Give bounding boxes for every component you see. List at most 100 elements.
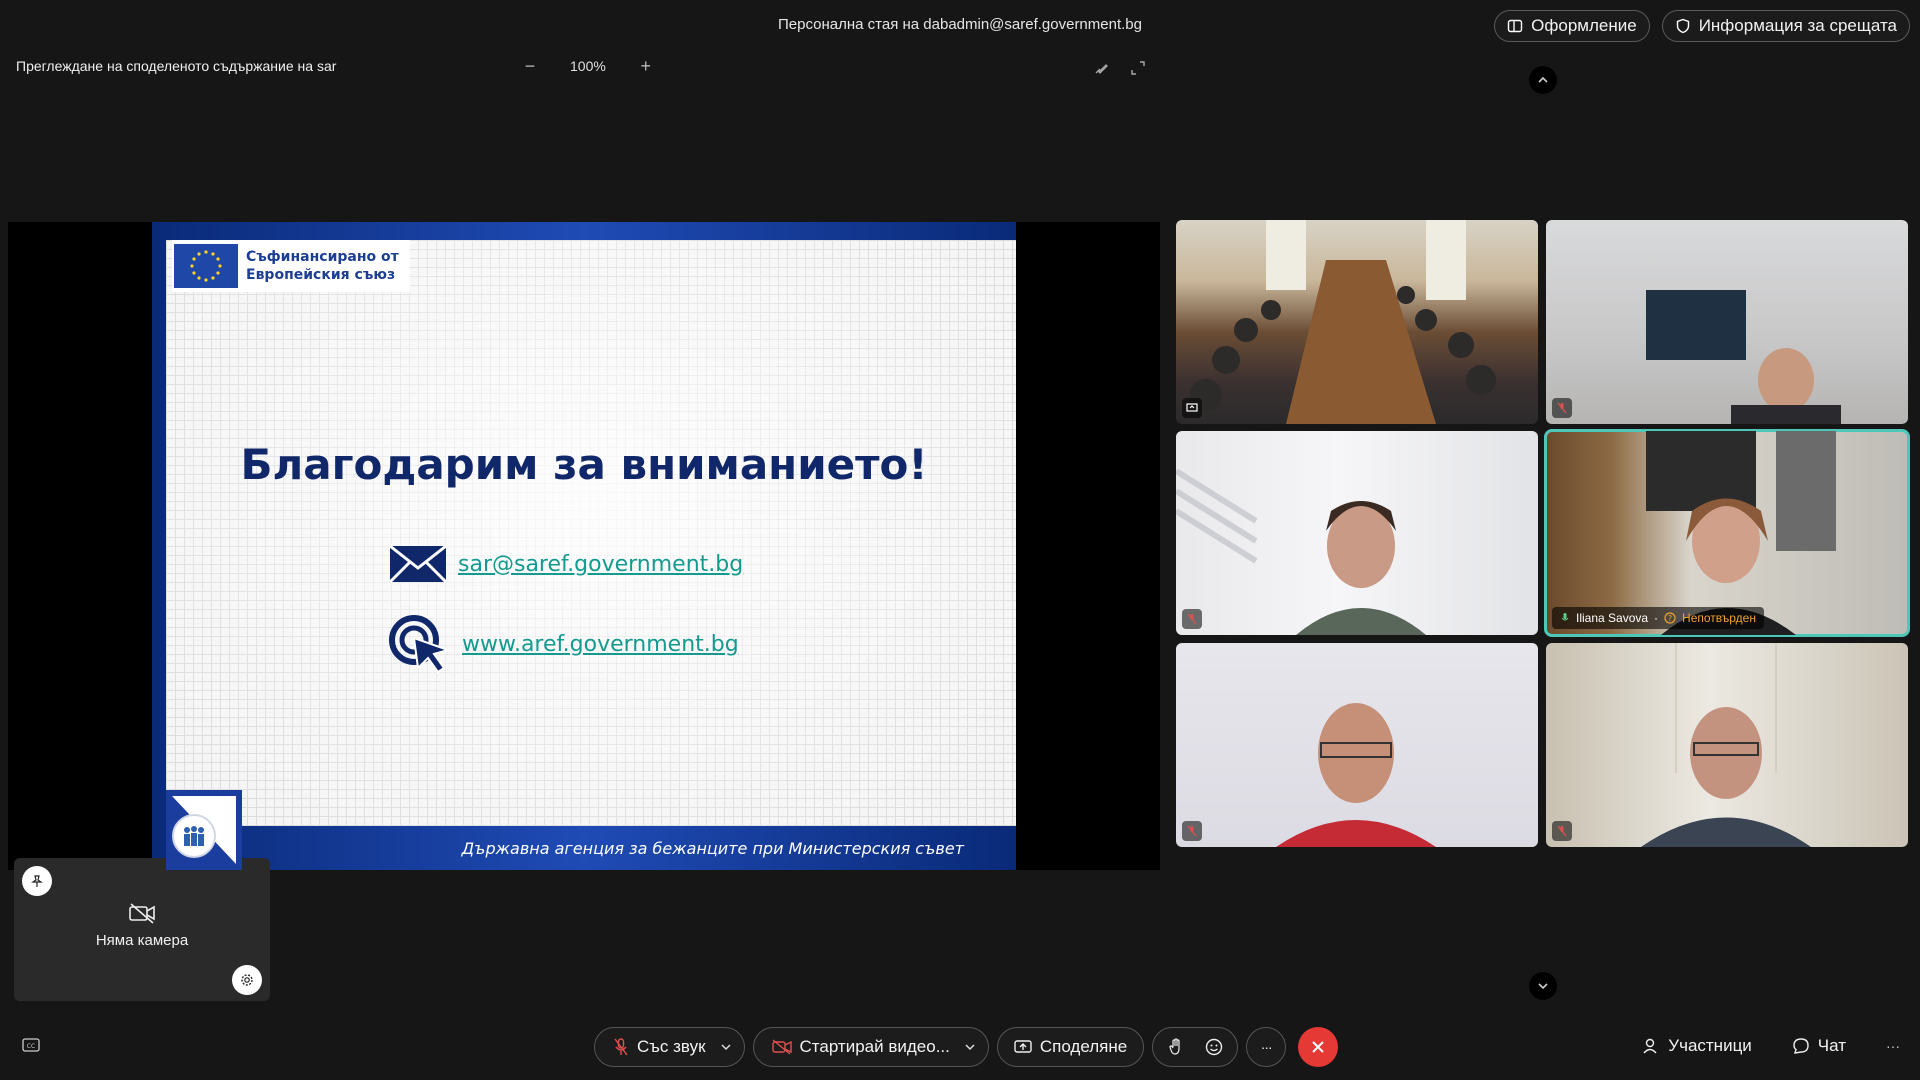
mic-muted-icon [614, 1038, 628, 1056]
share-screen-icon [1014, 1040, 1032, 1053]
conference-room-scene [1190, 220, 1496, 424]
participant-status: Непотвърден [1682, 611, 1756, 625]
more-panels-button[interactable]: ··· [1886, 1038, 1900, 1054]
zoom-level: 100% [570, 58, 606, 74]
participant-4-scene [1646, 431, 1836, 635]
mic-muted-indicator [1182, 609, 1202, 629]
audio-label: Със звук [637, 1037, 706, 1056]
participant-3-scene [1176, 468, 1426, 635]
start-video-button[interactable]: Стартирай видео... [754, 1037, 960, 1057]
layout-icon [1507, 19, 1523, 33]
reactions-button[interactable] [1197, 1030, 1231, 1064]
website-link[interactable]: www.aref.government.bg [462, 632, 739, 657]
participants-label: Участници [1668, 1036, 1752, 1055]
more-options-button[interactable]: ··· [1246, 1027, 1287, 1067]
scroll-down-button[interactable] [1529, 972, 1557, 1000]
chat-label: Чат [1817, 1036, 1846, 1055]
camera-off-icon [771, 1039, 792, 1055]
participant-name-bar: Iliana Savova · ? Непотвърден [1552, 607, 1764, 629]
video-tile-participant-6[interactable] [1546, 643, 1908, 847]
chevron-down-icon [1538, 983, 1548, 990]
eu-line-1: Съфинансирано от [246, 249, 399, 265]
share-button[interactable]: Споделяне [998, 1037, 1143, 1057]
slide-background [166, 240, 1016, 826]
mic-muted-icon [1187, 613, 1197, 625]
top-right-actions: Оформление Информация за срещата [1494, 10, 1910, 42]
end-call-button[interactable] [1298, 1027, 1339, 1067]
close-icon [1312, 1041, 1324, 1053]
chevron-up-icon [1538, 76, 1548, 83]
envelope-icon [388, 544, 448, 584]
zoom-control: − 100% + [520, 57, 656, 75]
hand-reaction-group [1152, 1027, 1239, 1067]
eu-flag-icon [174, 244, 238, 288]
screen-share-indicator [1182, 398, 1202, 418]
eu-funding-badge: Съфинансирано от Европейския съюз [172, 240, 410, 292]
slide-footer-text: Държавна агенция за бежанците при Минист… [461, 839, 964, 858]
share-control: Споделяне [996, 1027, 1145, 1067]
svg-text:CC: CC [27, 1043, 35, 1050]
video-tile-participant-3[interactable] [1176, 431, 1538, 635]
audio-options-dropdown[interactable] [716, 1041, 744, 1053]
meeting-controls: Със звук Стартирай видео... Споделяне ··… [594, 1027, 1339, 1067]
web-cursor-icon [389, 615, 452, 674]
smiley-icon [1206, 1038, 1223, 1056]
unverified-icon: ? [1664, 612, 1676, 624]
no-camera-indicator: Няма камера [14, 902, 270, 949]
svg-text:?: ? [1668, 614, 1672, 623]
mic-muted-indicator [1552, 821, 1572, 841]
slide-title: Благодарим за вниманието! [240, 440, 928, 489]
pin-icon [31, 875, 43, 887]
shield-icon [1676, 18, 1689, 34]
mic-muted-indicator [1182, 821, 1202, 841]
contact-website: www.aref.government.bg [388, 614, 739, 674]
layout-button-label: Оформление [1531, 16, 1637, 35]
chevron-down-icon [720, 1044, 731, 1051]
video-options-dropdown[interactable] [960, 1041, 988, 1053]
slide-footer: Държавна агенция за бежанците при Минист… [152, 820, 1016, 870]
share-tools [1094, 60, 1146, 76]
meeting-info-button[interactable]: Информация за срещата [1661, 10, 1910, 42]
hand-icon [1169, 1038, 1180, 1055]
gear-icon [241, 974, 253, 986]
zoom-in-button[interactable]: + [636, 57, 656, 75]
mic-on-icon [1561, 613, 1569, 621]
participant-5-scene [1276, 703, 1436, 847]
zoom-out-button[interactable]: − [520, 57, 540, 75]
annotate-icon[interactable] [1094, 60, 1110, 76]
contact-email: sar@saref.government.bg [388, 544, 743, 584]
meeting-info-label: Информация за срещата [1698, 16, 1897, 35]
layout-button[interactable]: Оформление [1494, 10, 1650, 42]
email-link[interactable]: sar@saref.government.bg [458, 552, 743, 577]
chat-button[interactable]: Чат [1792, 1036, 1846, 1056]
presentation-slide: Съфинансирано от Европейския съюз Благод… [152, 222, 1016, 870]
scroll-up-button[interactable] [1529, 66, 1557, 94]
people-icon [184, 826, 204, 846]
raise-hand-button[interactable] [1159, 1030, 1193, 1064]
audio-control: Със звук [594, 1027, 745, 1067]
mic-muted-icon [1557, 825, 1567, 837]
video-label: Стартирай видео... [799, 1037, 950, 1056]
participants-icon [1643, 1038, 1657, 1054]
captions-icon: CC [22, 1038, 40, 1052]
share-viewing-label: Преглеждане на споделеното съдържание на… [16, 58, 337, 74]
captions-button[interactable]: CC [22, 1038, 40, 1057]
fullscreen-icon[interactable] [1130, 60, 1146, 76]
camera-off-icon [129, 903, 155, 924]
participants-button[interactable]: Участници [1642, 1036, 1752, 1056]
mic-muted-icon [1557, 402, 1567, 414]
audio-button[interactable]: Със звук [595, 1037, 716, 1057]
video-tile-participant-2[interactable] [1546, 220, 1908, 424]
video-tile-conference-room[interactable] [1176, 220, 1538, 424]
video-tile-participant-5[interactable] [1176, 643, 1538, 847]
pin-button[interactable] [22, 866, 52, 896]
chat-icon [1793, 1038, 1809, 1054]
chevron-down-icon [965, 1044, 975, 1051]
mic-muted-icon [1187, 825, 1197, 837]
shared-content-stage: Съфинансирано от Европейския съюз Благод… [8, 222, 1160, 870]
more-options-label: ··· [1260, 1039, 1273, 1055]
participant-2-scene [1646, 290, 1841, 424]
self-view-settings-button[interactable] [232, 965, 262, 995]
participant-6-scene [1641, 643, 1811, 847]
video-tile-participant-4[interactable]: Iliana Savova · ? Непотвърден [1544, 429, 1910, 637]
